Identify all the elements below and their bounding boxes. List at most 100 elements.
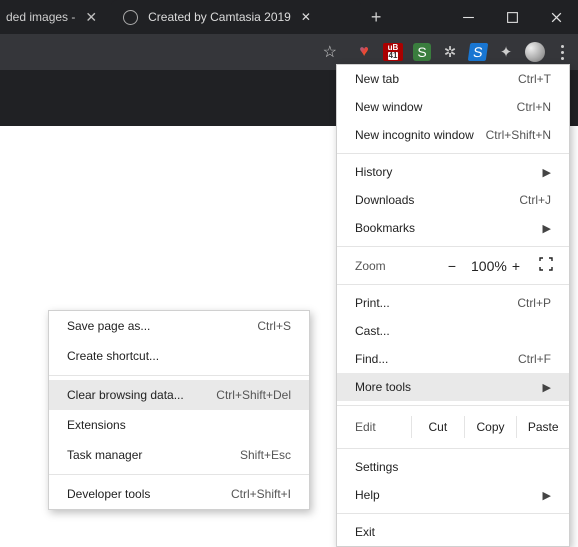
menu-cast[interactable]: Cast... — [337, 317, 569, 345]
submenu-extensions[interactable]: Extensions — [49, 410, 309, 440]
spider-extension-icon[interactable]: ✲ — [441, 43, 459, 61]
globe-icon — [123, 10, 138, 25]
profile-avatar[interactable] — [525, 42, 545, 62]
extension-icons: ♥ uB 41 S ✲ S ✦ — [355, 42, 570, 62]
menu-shortcut: Ctrl+J — [519, 193, 551, 207]
zoom-value: 100% — [471, 258, 497, 274]
menu-label: More tools — [355, 380, 535, 394]
menu-separator — [337, 405, 569, 406]
minimize-button[interactable] — [446, 0, 490, 34]
menu-label: Bookmarks — [355, 221, 535, 235]
menu-label: History — [355, 165, 535, 179]
tab-title: ded images - — [6, 10, 75, 24]
menu-new-incognito[interactable]: New incognito window Ctrl+Shift+N — [337, 121, 569, 149]
chevron-right-icon: ▶ — [543, 166, 551, 179]
bookmark-star-icon[interactable]: ☆ — [323, 42, 337, 62]
edit-copy-button[interactable]: Copy — [464, 416, 517, 438]
menu-shortcut: Shift+Esc — [240, 448, 291, 462]
menu-label: Create shortcut... — [67, 349, 291, 363]
ublock-extension-icon[interactable]: uB 41 — [383, 43, 403, 61]
menu-new-window[interactable]: New window Ctrl+N — [337, 93, 569, 121]
menu-zoom-row: Zoom − 100% + — [337, 251, 569, 280]
menu-label: Extensions — [67, 418, 291, 432]
menu-label: New incognito window — [355, 128, 486, 142]
menu-help[interactable]: Help ▶ — [337, 481, 569, 509]
menu-label: Help — [355, 488, 535, 502]
menu-label: Print... — [355, 296, 517, 310]
menu-shortcut: Ctrl+T — [518, 72, 551, 86]
menu-separator — [49, 474, 309, 475]
close-tab-icon[interactable]: ✕ — [85, 9, 97, 26]
chevron-right-icon: ▶ — [543, 489, 551, 502]
menu-label: Task manager — [67, 448, 240, 462]
fullscreen-button[interactable] — [535, 257, 557, 274]
submenu-clear-browsing-data[interactable]: Clear browsing data... Ctrl+Shift+Del — [49, 380, 309, 410]
chevron-right-icon: ▶ — [543, 222, 551, 235]
chrome-main-menu: New tab Ctrl+T New window Ctrl+N New inc… — [336, 64, 570, 547]
kebab-menu-button[interactable] — [555, 45, 570, 60]
new-tab-button[interactable]: + — [361, 7, 391, 28]
menu-shortcut: Ctrl+F — [518, 352, 551, 366]
heart-extension-icon[interactable]: ♥ — [355, 43, 373, 61]
menu-label: Exit — [355, 525, 551, 539]
menu-separator — [337, 153, 569, 154]
menu-label: Cast... — [355, 324, 551, 338]
edit-paste-button[interactable]: Paste — [516, 416, 569, 438]
ub-count: 41 — [388, 52, 399, 60]
close-tab-icon[interactable]: ✕ — [301, 10, 311, 24]
menu-downloads[interactable]: Downloads Ctrl+J — [337, 186, 569, 214]
s-green-extension-icon[interactable]: S — [413, 43, 431, 61]
submenu-task-manager[interactable]: Task manager Shift+Esc — [49, 440, 309, 470]
menu-edit-row: Edit Cut Copy Paste — [337, 410, 569, 444]
close-icon — [550, 11, 563, 24]
menu-separator — [337, 246, 569, 247]
tab-truncated[interactable]: ded images - ✕ — [0, 0, 107, 34]
tab-title: Created by Camtasia 2019 — [148, 10, 291, 24]
s-blue-extension-icon[interactable]: S — [468, 43, 489, 61]
submenu-save-page[interactable]: Save page as... Ctrl+S — [49, 311, 309, 341]
zoom-label: Zoom — [355, 259, 433, 273]
menu-exit[interactable]: Exit — [337, 518, 569, 546]
menu-shortcut: Ctrl+Shift+N — [486, 128, 551, 142]
zoom-in-button[interactable]: + — [503, 258, 529, 274]
menu-bookmarks[interactable]: Bookmarks ▶ — [337, 214, 569, 242]
maximize-icon — [506, 11, 519, 24]
menu-separator — [337, 284, 569, 285]
tab-camtasia[interactable]: Created by Camtasia 2019 ✕ — [111, 0, 361, 34]
menu-label: Settings — [355, 460, 551, 474]
submenu-create-shortcut[interactable]: Create shortcut... — [49, 341, 309, 371]
fullscreen-icon — [539, 257, 553, 271]
menu-label: New tab — [355, 72, 518, 86]
maximize-button[interactable] — [490, 0, 534, 34]
menu-shortcut: Ctrl+Shift+Del — [216, 388, 291, 402]
menu-settings[interactable]: Settings — [337, 453, 569, 481]
menu-label: Downloads — [355, 193, 519, 207]
extensions-puzzle-icon[interactable]: ✦ — [497, 43, 515, 61]
menu-new-tab[interactable]: New tab Ctrl+T — [337, 65, 569, 93]
window-titlebar: ded images - ✕ Created by Camtasia 2019 … — [0, 0, 578, 34]
menu-shortcut: Ctrl+Shift+I — [231, 487, 291, 501]
menu-separator — [49, 375, 309, 376]
zoom-out-button[interactable]: − — [439, 258, 465, 274]
close-window-button[interactable] — [534, 0, 578, 34]
edit-cut-button[interactable]: Cut — [411, 416, 464, 438]
menu-shortcut: Ctrl+N — [517, 100, 551, 114]
submenu-developer-tools[interactable]: Developer tools Ctrl+Shift+I — [49, 479, 309, 509]
minimize-icon — [462, 11, 475, 24]
menu-label: Clear browsing data... — [67, 388, 216, 402]
menu-history[interactable]: History ▶ — [337, 158, 569, 186]
menu-label: Developer tools — [67, 487, 231, 501]
menu-label: New window — [355, 100, 517, 114]
menu-print[interactable]: Print... Ctrl+P — [337, 289, 569, 317]
chevron-right-icon: ▶ — [543, 381, 551, 394]
menu-find[interactable]: Find... Ctrl+F — [337, 345, 569, 373]
menu-separator — [337, 513, 569, 514]
menu-shortcut: Ctrl+S — [257, 319, 291, 333]
more-tools-submenu: Save page as... Ctrl+S Create shortcut..… — [48, 310, 310, 510]
tab-row: ded images - ✕ Created by Camtasia 2019 … — [0, 0, 446, 34]
edit-label: Edit — [355, 420, 411, 434]
menu-separator — [337, 448, 569, 449]
menu-label: Save page as... — [67, 319, 257, 333]
menu-label: Find... — [355, 352, 518, 366]
menu-more-tools[interactable]: More tools ▶ — [337, 373, 569, 401]
